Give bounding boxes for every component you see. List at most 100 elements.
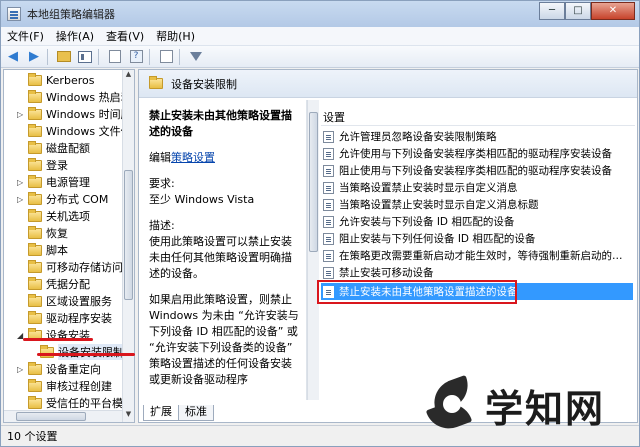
view-tabs: 扩展 标准 — [143, 405, 214, 421]
folder-icon — [28, 259, 42, 273]
folder-icon — [28, 208, 42, 222]
tree-item[interactable]: ▷ 分布式 COM — [17, 191, 134, 207]
requirements: 要求: 至少 Windows Vista — [149, 177, 255, 206]
toolbar: ◀ ▶ ? — [1, 46, 639, 68]
settings-list: 设置 允许管理员忽略设备安装限制策略 允许使用与下列设备安装程序类相匹配的驱动程… — [321, 100, 635, 400]
export-icon — [109, 50, 121, 63]
folder-icon — [28, 361, 42, 375]
folder-icon — [28, 157, 42, 171]
tab-extended[interactable]: 扩展 — [143, 405, 179, 421]
toolbar-separator — [149, 48, 150, 65]
menu-help[interactable]: 帮助(H) — [150, 28, 201, 44]
policy-row[interactable]: 允许安装与下列设备 ID 相匹配的设备 — [321, 213, 633, 230]
folder-icon — [28, 89, 42, 103]
policy-row[interactable]: 允许管理员忽略设备安装限制策略 — [321, 128, 633, 145]
description: 描述: 使用此策略设置可以禁止安装未由任何其他策略设置明确描述的设备。 — [149, 219, 292, 280]
watermark: 学知网 — [423, 369, 637, 441]
policy-row[interactable]: 禁止安装可移动设备 — [321, 264, 633, 281]
menu-file[interactable]: 文件(F) — [1, 28, 50, 44]
description-scrollbar[interactable] — [307, 100, 319, 400]
policy-row[interactable]: 阻止使用与下列设备安装程序类相匹配的驱动程序安装设备 — [321, 162, 633, 179]
export-list-button[interactable] — [106, 49, 124, 65]
scroll-thumb[interactable] — [124, 170, 133, 300]
tree-item[interactable]: 驱动程序安装 — [28, 310, 134, 326]
filter-button[interactable] — [187, 49, 205, 65]
policy-row[interactable]: 当策略设置禁止安装时显示自定义消息 — [321, 179, 633, 196]
tree-item[interactable]: 登录 — [28, 157, 134, 173]
tree-item[interactable]: 恢复 — [28, 225, 134, 241]
help-button[interactable]: ? — [127, 49, 145, 65]
console-tree-icon — [78, 50, 92, 63]
tree-item[interactable]: 脚本 — [28, 242, 134, 258]
window-title: 本地组策略编辑器 — [27, 8, 115, 21]
policy-setting-icon — [323, 249, 334, 262]
selected-policy-title: 禁止安装未由其他策略设置描述的设备 — [149, 109, 292, 138]
policy-row[interactable]: 允许使用与下列设备安装程序类相匹配的驱动程序安装设备 — [321, 145, 633, 162]
tree-item-device-install-restrictions[interactable]: 设备安装限制 — [40, 344, 134, 360]
policy-setting-icon — [323, 198, 334, 211]
console-tree[interactable]: Kerberos Windows 热启动 ▷ Windows 时间服 Window… — [3, 69, 135, 423]
tree-item[interactable]: ▷ 电源管理 — [17, 174, 134, 190]
forward-button[interactable]: ▶ — [25, 49, 43, 65]
policy-row[interactable]: 在策略更改需要重新启动才能生效时，等待强制重新启动的… — [321, 247, 633, 264]
show-tree-button[interactable] — [76, 49, 94, 65]
toolbar-separator — [98, 48, 99, 65]
expand-icon[interactable]: ▷ — [17, 110, 25, 119]
arrow-right-icon: ▶ — [29, 49, 39, 64]
minimize-button[interactable]: ─ — [539, 2, 565, 20]
folder-icon — [28, 242, 42, 256]
policy-setting-icon — [323, 164, 334, 177]
policy-setting-icon — [323, 130, 334, 143]
scroll-thumb[interactable] — [309, 112, 318, 252]
help-icon: ? — [129, 50, 143, 63]
annotation-underline-device-installation — [23, 338, 93, 341]
tree-item[interactable]: 关机选项 — [28, 208, 134, 224]
policy-setting-icon — [323, 215, 334, 228]
expand-icon[interactable]: ▷ — [17, 365, 25, 374]
menu-bar: 文件(F) 操作(A) 查看(V) 帮助(H) — [1, 27, 639, 46]
maximize-button[interactable]: □ — [565, 2, 591, 20]
annotation-highlight-box — [317, 280, 517, 304]
expand-icon[interactable]: ▷ — [17, 195, 25, 204]
tree-item[interactable]: Windows 文件保 — [28, 123, 134, 139]
tree-item[interactable]: ▷ 设备重定向 — [17, 361, 134, 377]
content-title: 设备安装限制 — [171, 77, 237, 91]
properties-icon — [159, 50, 173, 63]
up-level-button[interactable] — [55, 49, 73, 65]
tree-item[interactable]: 可移动存储访问 — [28, 259, 134, 275]
title-bar[interactable]: 本地组策略编辑器 ─ □ ✕ — [1, 1, 639, 27]
policy-row[interactable]: 阻止安装与下列任何设备 ID 相匹配的设备 — [321, 230, 633, 247]
properties-button[interactable] — [157, 49, 175, 65]
scroll-down-icon[interactable]: ▼ — [123, 410, 134, 422]
tree-item[interactable]: 审核过程创建 — [28, 378, 134, 394]
filter-icon — [190, 52, 202, 61]
tree-item[interactable]: 受信任的平台模块 — [28, 395, 134, 411]
policy-editor-icon — [7, 7, 21, 21]
policy-setting-icon — [323, 232, 334, 245]
tree-item[interactable]: Kerberos — [28, 72, 134, 88]
scroll-up-icon[interactable]: ▲ — [123, 70, 134, 82]
arrow-left-icon: ◀ — [8, 49, 18, 64]
tree-item[interactable]: 磁盘配额 — [28, 140, 134, 156]
tree-item[interactable]: ▷ Windows 时间服 — [17, 106, 134, 122]
tree-item[interactable]: 区域设置服务 — [28, 293, 134, 309]
description-pane: 禁止安装未由其他策略设置描述的设备 编辑策略设置 要求: 至少 Windows V… — [143, 100, 307, 400]
edit-policy-link[interactable]: 策略设置 — [171, 151, 215, 164]
column-header-setting[interactable]: 设置 — [321, 108, 635, 126]
folder-icon — [28, 225, 42, 239]
tab-standard[interactable]: 标准 — [178, 405, 214, 421]
menu-view[interactable]: 查看(V) — [100, 28, 150, 44]
toolbar-separator — [179, 48, 180, 65]
tree-item[interactable]: 凭据分配 — [28, 276, 134, 292]
policy-row[interactable]: 当策略设置禁止安装时显示自定义消息标题 — [321, 196, 633, 213]
status-text: 10 个设置 — [7, 430, 58, 443]
close-button[interactable]: ✕ — [591, 2, 635, 20]
tree-vertical-scrollbar[interactable]: ▲ ▼ — [122, 70, 134, 422]
expand-icon[interactable]: ▷ — [17, 178, 25, 187]
scroll-thumb[interactable] — [16, 412, 86, 421]
tree-horizontal-scrollbar[interactable] — [4, 410, 122, 422]
menu-action[interactable]: 操作(A) — [50, 28, 100, 44]
back-button[interactable]: ◀ — [4, 49, 22, 65]
tree-item[interactable]: Windows 热启动 — [28, 89, 134, 105]
folder-icon — [28, 123, 42, 137]
